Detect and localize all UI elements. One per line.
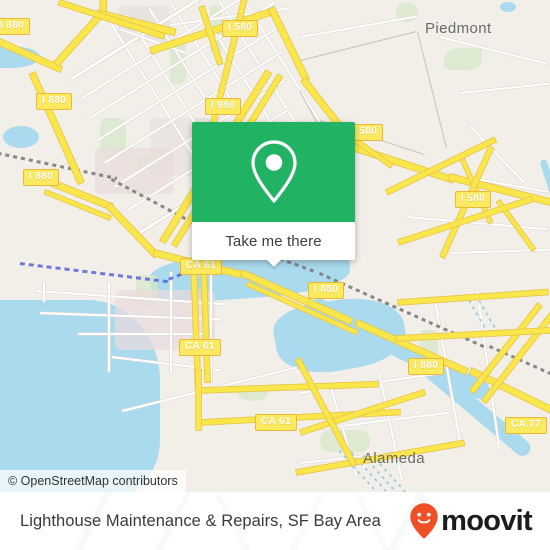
screenshot-root: I 880 I 580 I 880 I 980 I 580 I 880 I 580 CA 61… <box>0 0 550 550</box>
street <box>450 248 550 254</box>
location-card-pointer <box>265 259 282 267</box>
park-patch-4 <box>444 48 482 70</box>
highway-shield: CA 61 <box>179 339 221 356</box>
street <box>78 333 208 335</box>
highway-shield: CA 61 <box>180 258 222 275</box>
location-card[interactable]: Take me there <box>192 122 355 267</box>
map-canvas[interactable]: I 880 I 580 I 880 I 980 I 580 I 880 I 580 CA 61… <box>0 0 550 492</box>
highway-shield: I 580 <box>455 191 492 208</box>
water-creek-right <box>539 158 550 219</box>
location-card-footer: Take me there <box>192 222 355 260</box>
highway-ca61 <box>196 370 201 430</box>
highway-east <box>396 327 550 341</box>
highway-east <box>398 289 548 305</box>
highway-i880 <box>105 203 159 258</box>
street <box>108 282 110 372</box>
highway-i580 <box>338 140 455 183</box>
highway-i880 <box>54 9 106 67</box>
street <box>460 82 550 94</box>
district-boundary <box>417 32 448 149</box>
highway-shield: I 880 <box>23 169 60 186</box>
moovit-pin-icon <box>410 503 438 539</box>
highway-shield: CA 77 <box>505 417 547 434</box>
moovit-wordmark: moovit <box>441 504 533 537</box>
street <box>170 272 172 372</box>
map-pin-icon <box>250 140 297 203</box>
place-label: Piedmont <box>425 20 492 37</box>
highway-shield: I 880 <box>0 18 31 35</box>
page-footer: Lighthouse Maintenance & Repairs, SF Bay… <box>0 492 550 550</box>
place-label: Alameda <box>363 450 426 467</box>
highway-shield: I 880 <box>408 358 445 375</box>
take-me-there-button[interactable]: Take me there <box>225 233 321 250</box>
location-card-header <box>192 122 355 222</box>
highway-shield: CA 61 <box>255 414 297 431</box>
street <box>43 282 45 302</box>
street <box>210 272 212 382</box>
highway-shield: I 880 <box>308 282 345 299</box>
footer-place-title: Lighthouse Maintenance & Repairs, SF Bay… <box>20 511 381 530</box>
moovit-logo[interactable]: moovit <box>409 502 533 540</box>
district-boundary <box>300 30 417 61</box>
ferry-route <box>19 262 169 284</box>
water-pond-piedmont <box>500 2 516 12</box>
highway-shield: I 980 <box>205 98 242 115</box>
highway-shield: I 580 <box>222 20 259 37</box>
highway-shield: I 880 <box>36 93 73 110</box>
water-lake <box>3 126 39 148</box>
osm-attribution[interactable]: © OpenStreetMap contributors <box>0 470 186 492</box>
